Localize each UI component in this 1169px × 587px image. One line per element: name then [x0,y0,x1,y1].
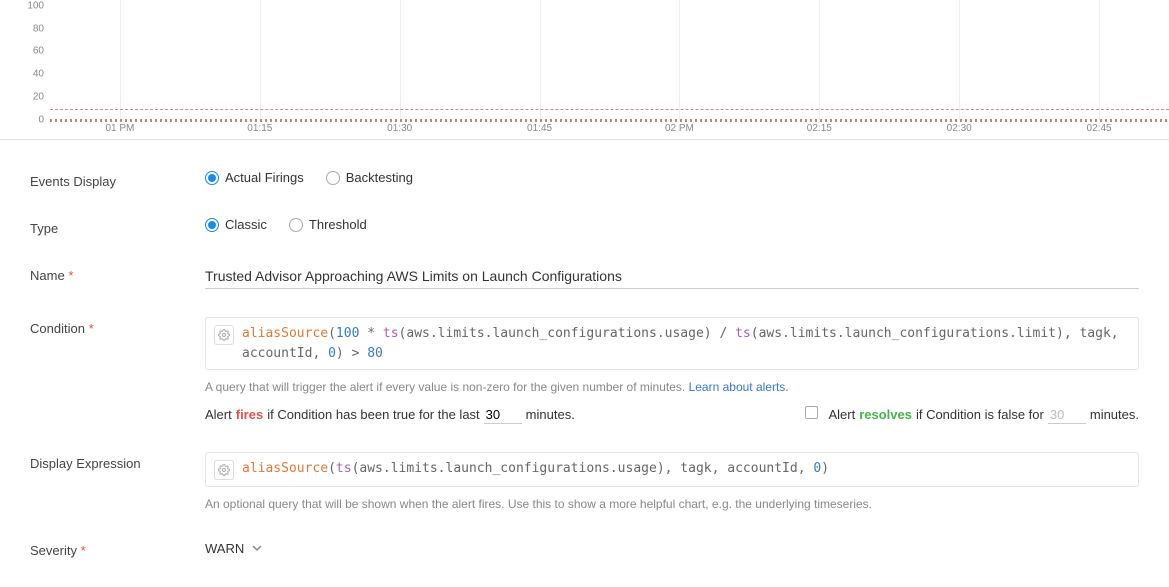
chart-y-tick: 20 [33,92,44,103]
resolves-group: Alert resolves if Condition is false for… [805,406,1139,424]
chart-x-tick: 01:30 [387,123,412,134]
fires-word: fires [236,407,263,422]
events-display-row: Events Display Actual Firings Backtestin… [30,170,1139,189]
radio-unchecked-icon [326,171,340,185]
condition-label-text: Condition [30,321,85,336]
condition-help: A query that will trigger the alert if e… [205,380,1139,394]
resolves-checkbox[interactable] [805,406,818,419]
resolves-word: resolves [859,407,912,422]
resolves-mid: if Condition is false for [916,407,1044,422]
chart-x-tick: 01 PM [105,123,134,134]
radio-backtesting[interactable]: Backtesting [326,170,413,185]
fires-mid: if Condition has been true for the last [267,407,479,422]
radio-label: Classic [225,217,267,232]
fires-group: Alert fires if Condition has been true f… [205,406,575,424]
chart-y-tick: 80 [33,23,44,34]
severity-row: Severity * WARN [30,539,1139,558]
chart-x-tick: 02:45 [1087,123,1112,134]
fires-minutes-input[interactable] [484,406,522,424]
radio-threshold[interactable]: Threshold [289,217,367,232]
severity-label: Severity * [30,539,205,558]
chart-area: 0 20 40 60 80 100 01 PM 01:15 01:30 01:45 02 PM 02… [0,0,1169,140]
fires-suffix: minutes. [526,407,575,422]
condition-timing-line: Alert fires if Condition has been true f… [205,406,1139,424]
severity-label-text: Severity [30,543,77,558]
chart-y-tick: 0 [38,115,44,126]
learn-about-alerts-link[interactable]: Learn about alerts. [689,380,789,394]
chart-x-tick: 02:15 [807,123,832,134]
required-marker: * [89,321,94,336]
resolves-suffix: minutes. [1090,407,1139,422]
radio-checked-icon [205,171,219,185]
resolves-prefix: Alert [828,407,855,422]
severity-value: WARN [205,541,244,556]
chart-y-tick: 100 [27,0,44,11]
chart-x-axis: 01 PM 01:15 01:30 01:45 02 PM 02:15 02:30 02:45 [50,119,1169,139]
display-expression-input[interactable]: aliasSource(ts(aws.limits.launch_configu… [205,452,1139,487]
chart-x-tick: 01:15 [247,123,272,134]
type-row: Type Classic Threshold [30,217,1139,236]
chart-y-tick: 40 [33,69,44,80]
chart-x-tick: 02 PM [665,123,694,134]
alert-form: Events Display Actual Firings Backtestin… [0,140,1169,568]
chart-baseline-series [50,119,1169,122]
radio-label: Backtesting [346,170,413,185]
display-expression-code: aliasSource(ts(aws.limits.launch_configu… [242,459,1130,479]
gear-icon[interactable] [214,460,234,480]
radio-checked-icon [205,218,219,232]
condition-label: Condition * [30,317,205,336]
condition-input[interactable]: aliasSource(100 * ts(aws.limits.launch_c… [205,317,1139,370]
chart-threshold-line [50,109,1169,110]
resolves-minutes-input [1048,406,1086,424]
events-display-group: Actual Firings Backtesting [205,170,1139,185]
radio-classic[interactable]: Classic [205,217,267,232]
required-marker: * [81,543,86,558]
chart-plot [50,0,1169,119]
severity-select[interactable]: WARN [205,539,262,558]
type-group: Classic Threshold [205,217,1139,232]
chart-y-tick: 60 [33,46,44,57]
radio-label: Threshold [309,217,367,232]
gear-icon[interactable] [214,325,234,345]
condition-row: Condition * aliasSource(100 * ts(aws.lim… [30,317,1139,424]
radio-label: Actual Firings [225,170,304,185]
chart-x-tick: 02:30 [947,123,972,134]
display-expression-label: Display Expression [30,452,205,471]
type-label: Type [30,217,205,236]
chart-y-axis: 020406080100 [0,0,50,120]
name-label: Name * [30,264,205,283]
chevron-down-icon [252,541,262,556]
radio-actual-firings[interactable]: Actual Firings [205,170,304,185]
condition-code: aliasSource(100 * ts(aws.limits.launch_c… [242,324,1130,363]
events-display-label: Events Display [30,170,205,189]
chart-x-tick: 01:45 [527,123,552,134]
required-marker: * [68,268,73,283]
name-row: Name * [30,264,1139,289]
name-input[interactable] [205,264,1139,289]
radio-unchecked-icon [289,218,303,232]
display-expression-row: Display Expression aliasSource(ts(aws.li… [30,452,1139,511]
display-expression-help: An optional query that will be shown whe… [205,497,1139,511]
name-label-text: Name [30,268,65,283]
condition-help-text: A query that will trigger the alert if e… [205,380,689,394]
fires-prefix: Alert [205,407,232,422]
